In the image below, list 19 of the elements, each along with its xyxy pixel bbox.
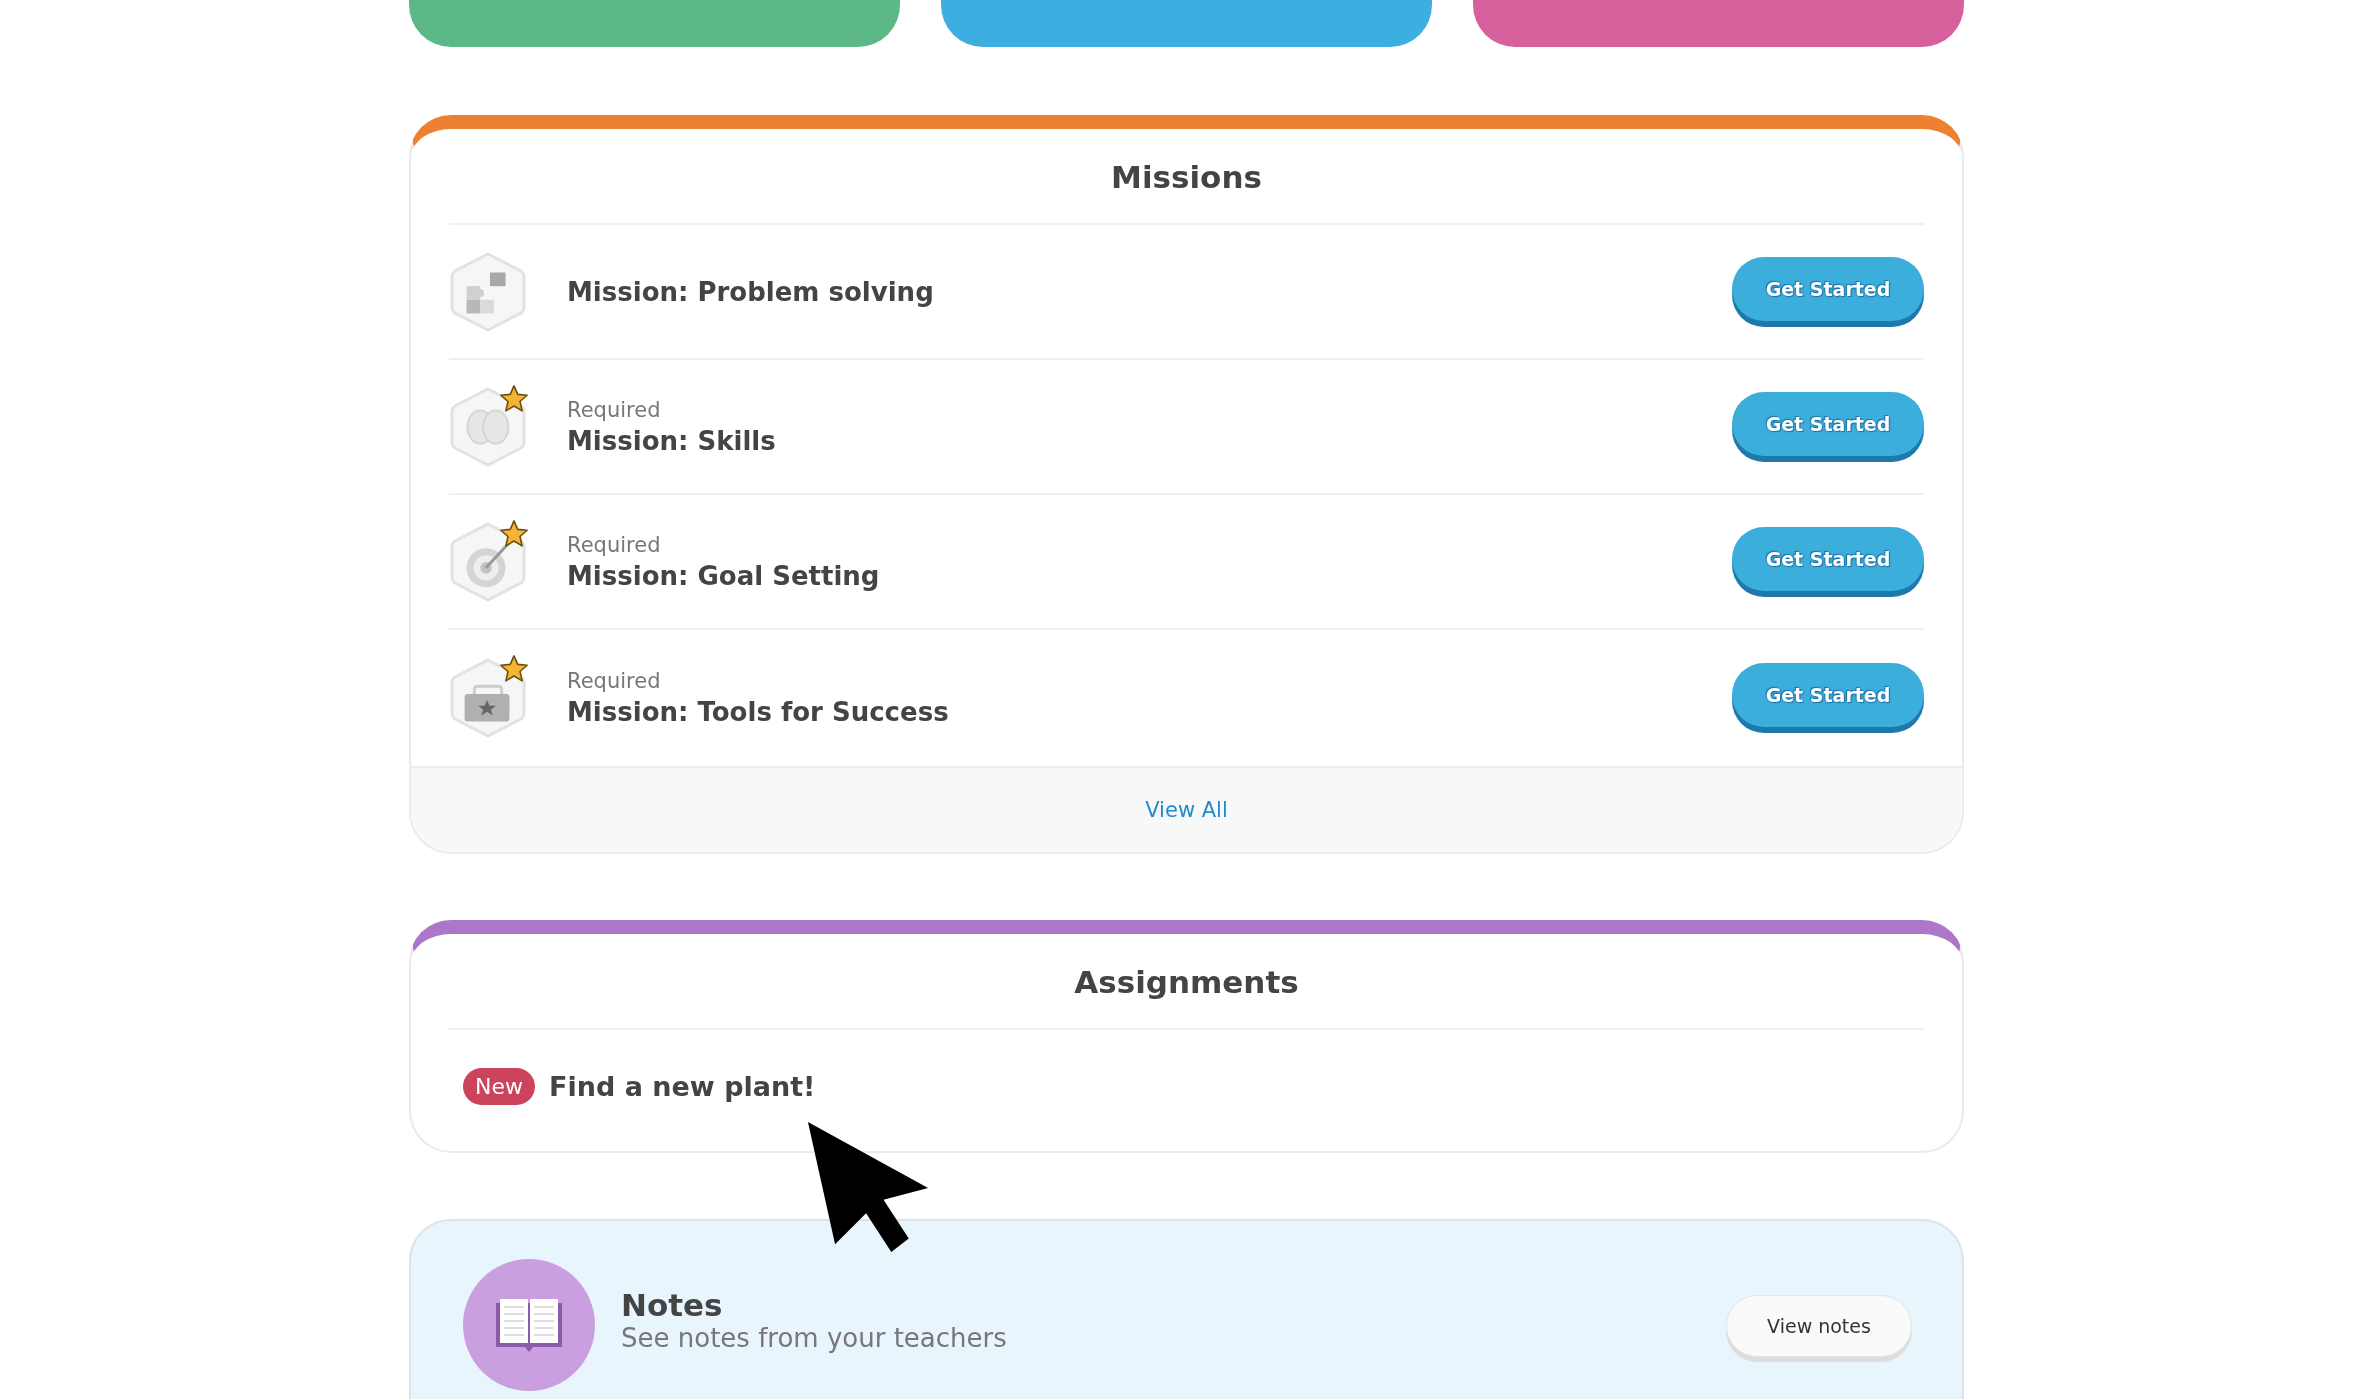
mission-title: Mission: Tools for Success — [567, 697, 950, 727]
new-badge: New — [463, 1068, 535, 1105]
assignments-title: Assignments — [449, 934, 1924, 1030]
puzzle-icon — [449, 250, 527, 333]
notes-subtitle: See notes from your teachers — [621, 1323, 1008, 1353]
view-all-link[interactable]: View All — [1145, 798, 1228, 822]
missions-title: Missions — [449, 129, 1924, 225]
required-label: Required — [567, 397, 662, 422]
mission-title: Mission: Problem solving — [567, 276, 935, 307]
notes-title: Notes — [621, 1287, 724, 1323]
briefcase-icon — [449, 657, 527, 739]
mission-title: Mission: Skills — [567, 425, 777, 456]
assignment-title[interactable]: Find a new plant! — [549, 1071, 816, 1102]
book-icon — [494, 1297, 564, 1353]
target-icon — [449, 520, 527, 603]
mission-title: Mission: Goal Setting — [567, 560, 881, 591]
brain-icon — [449, 385, 527, 468]
required-label: Required — [567, 532, 662, 557]
required-label: Required — [567, 669, 662, 693]
